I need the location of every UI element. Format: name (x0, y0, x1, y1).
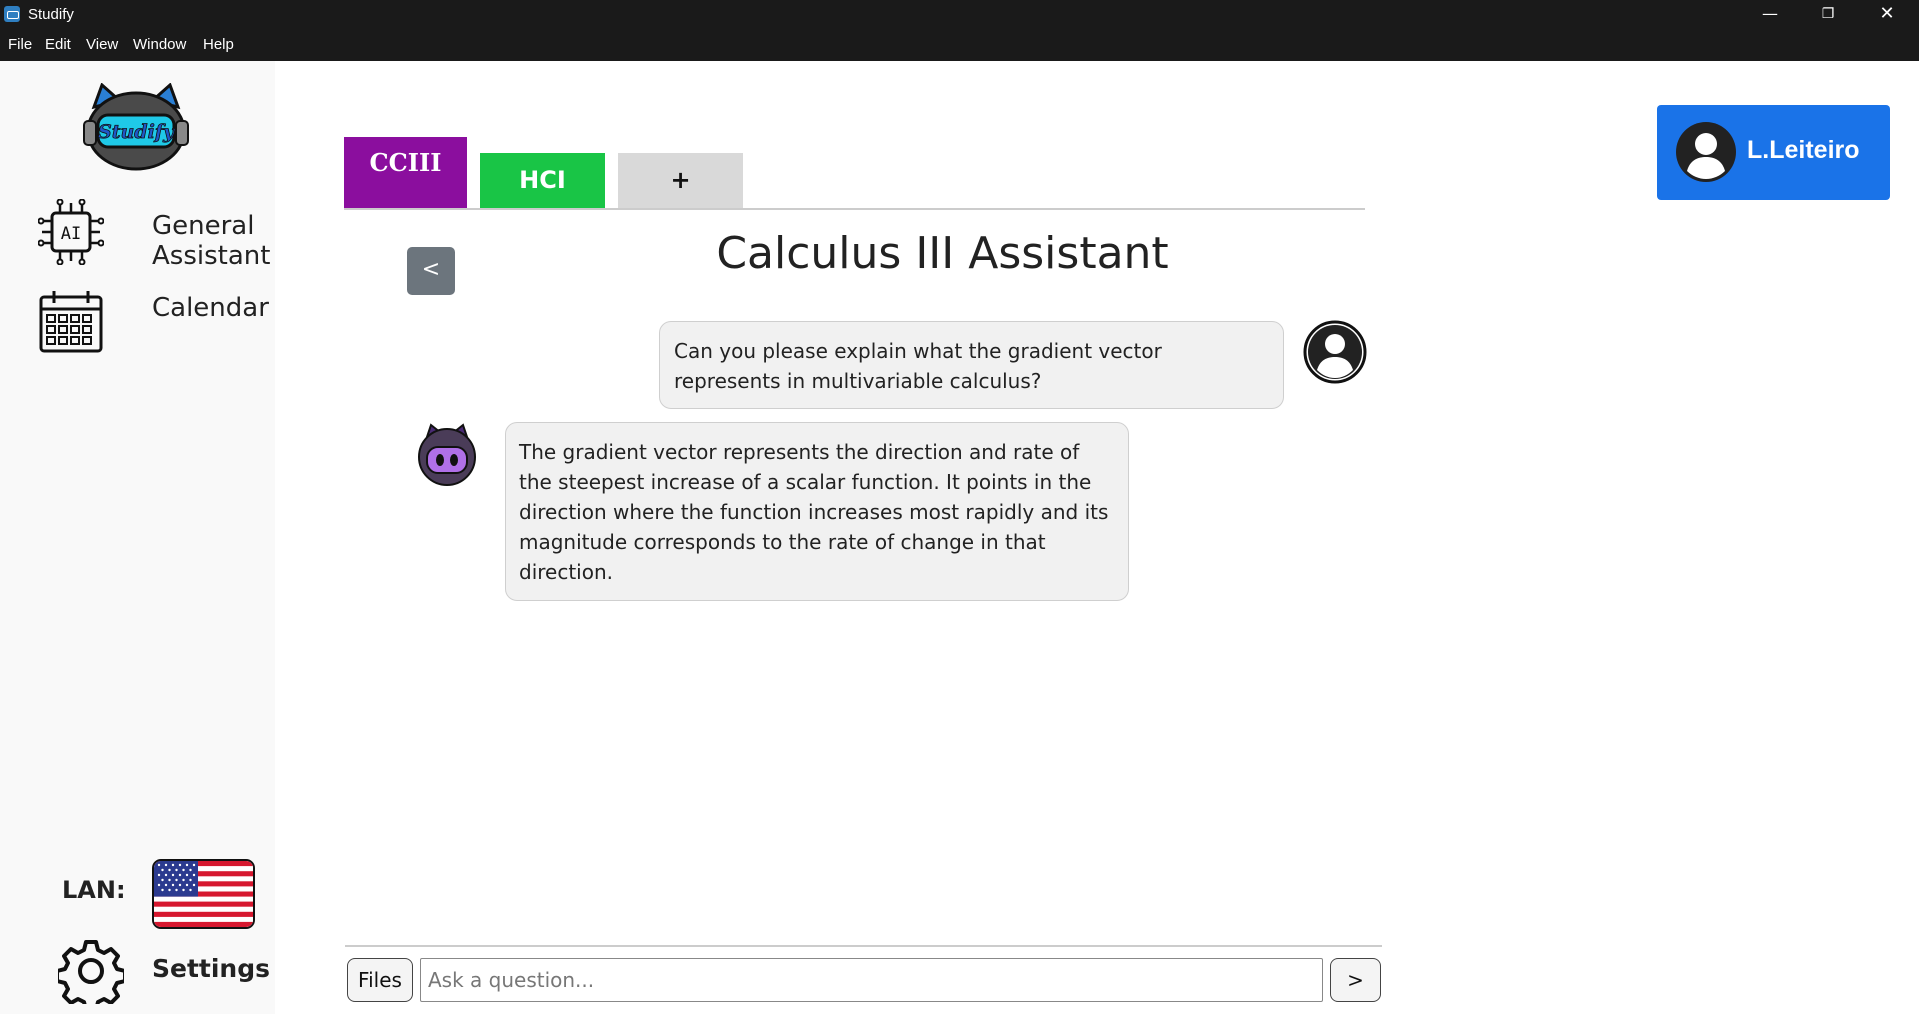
user-message: Can you please explain what the gradient… (659, 321, 1284, 409)
svg-text:AI: AI (61, 224, 81, 244)
menu-file[interactable]: File (8, 36, 32, 53)
close-button[interactable]: ✕ (1858, 0, 1916, 29)
minimize-button[interactable]: — (1741, 0, 1799, 29)
menu-window[interactable]: Window (133, 36, 186, 53)
sidebar-item-general-assistant[interactable]: AI General Assistant (0, 199, 275, 271)
language-label: LAN: (62, 876, 126, 904)
menu-bar: File Edit View Window Help (0, 29, 1919, 61)
sidebar: Studify AI General Assistant Calendar LA… (0, 61, 275, 1014)
assistant-avatar-icon (418, 423, 476, 486)
question-input[interactable] (420, 958, 1323, 1002)
maximize-button[interactable]: ❐ (1799, 0, 1857, 29)
ai-chip-icon: AI (38, 199, 104, 265)
sidebar-item-label: Assistant (152, 241, 271, 271)
app-icon (4, 6, 20, 22)
add-tab-button[interactable]: + (618, 153, 743, 209)
input-divider (345, 945, 1382, 947)
sidebar-item-calendar[interactable]: Calendar (0, 287, 275, 357)
send-button[interactable]: > (1330, 958, 1381, 1002)
sidebar-item-label: Calendar (152, 293, 269, 323)
calendar-icon (39, 291, 103, 353)
page-title: Calculus III Assistant (716, 228, 1169, 279)
tabs-divider (344, 208, 1365, 210)
profile-name: L.Leiteiro (1747, 136, 1860, 164)
assistant-message: The gradient vector represents the direc… (505, 422, 1129, 601)
window-title: Studify (28, 6, 74, 23)
files-button[interactable]: Files (347, 958, 413, 1002)
us-flag-icon[interactable] (152, 859, 255, 929)
studify-logo[interactable]: Studify (80, 83, 192, 173)
user-avatar-icon (1303, 320, 1367, 384)
back-button[interactable]: < (407, 247, 455, 295)
menu-edit[interactable]: Edit (45, 36, 71, 53)
sidebar-item-label: General (152, 211, 255, 241)
title-bar: Studify — ❐ ✕ (0, 0, 1919, 29)
tab-cciii[interactable]: CCIII (344, 137, 467, 209)
menu-help[interactable]: Help (203, 36, 234, 53)
profile-button[interactable]: L.Leiteiro (1657, 105, 1890, 200)
menu-view[interactable]: View (86, 36, 118, 53)
gear-icon[interactable] (58, 938, 124, 1004)
settings-link[interactable]: Settings (152, 954, 270, 983)
logo-text: Studify (98, 121, 176, 143)
user-avatar-icon (1676, 122, 1736, 182)
tab-hci[interactable]: HCI (480, 153, 605, 209)
